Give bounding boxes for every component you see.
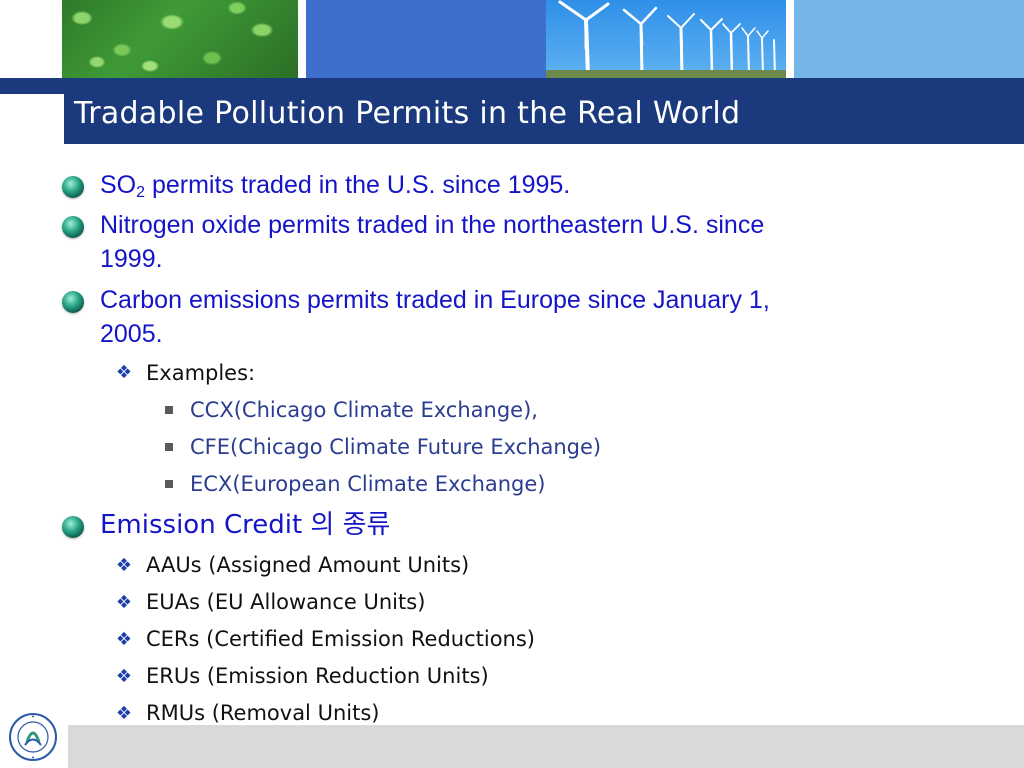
credit-type-item: ERUs (Emission Reduction Units) (146, 664, 489, 688)
bullet-so2: SO2 permits traded in the U.S. since 199… (100, 168, 920, 210)
wind-turbines-image (546, 0, 786, 78)
exchange-item: CCX(Chicago Climate Exchange), (190, 398, 538, 422)
credit-type-item: CERs (Certified Emission Reductions) (146, 627, 535, 651)
title-bar-accent (0, 78, 64, 94)
diamond-cluster-icon: ❖ (115, 629, 133, 650)
exchange-item: ECX(European Climate Exchange) (190, 472, 546, 496)
subscript: 2 (136, 184, 146, 201)
footer-bar (68, 725, 1024, 768)
banner-divider (786, 0, 794, 78)
credit-type-item: RMUs (Removal Units) (146, 701, 380, 725)
exchange-item: CFE(Chicago Climate Future Exchange) (190, 435, 602, 459)
bullet-text: 2005. (100, 320, 163, 348)
credit-heading: Emission Credit 의 종류 (100, 510, 391, 540)
title-bar: Tradable Pollution Permits in the Real W… (64, 78, 1024, 144)
square-icon (165, 443, 173, 451)
wind-turbines-icon (558, 0, 776, 78)
banner-divider (298, 0, 306, 78)
bullet-text: Nitrogen oxide permits traded in the nor… (100, 211, 765, 239)
banner-spacer (0, 0, 62, 78)
ground-strip (546, 70, 786, 78)
leaves-image (62, 0, 298, 78)
square-icon (165, 406, 173, 414)
square-icon (165, 480, 173, 488)
blue-panel (306, 0, 546, 78)
teal-orb-icon (62, 516, 84, 538)
bullet-text: permits traded in the U.S. since 1995. (145, 171, 571, 199)
bullet-text: SO (100, 171, 137, 199)
diamond-cluster-icon: ❖ (115, 666, 133, 687)
diamond-cluster-icon: ❖ (115, 592, 133, 613)
diamond-cluster-icon: ❖ (115, 362, 133, 383)
diamond-cluster-icon: ❖ (115, 555, 133, 576)
teal-orb-icon (62, 291, 84, 313)
diamond-cluster-icon: ❖ (115, 703, 133, 724)
teal-orb-icon (62, 176, 84, 198)
light-blue-panel (794, 0, 1024, 78)
university-seal-icon (8, 712, 58, 762)
bullet-carbon: Carbon emissions permits traded in Europ… (100, 283, 920, 351)
teal-orb-icon (62, 216, 84, 238)
credit-type-item: EUAs (EU Allowance Units) (146, 590, 426, 614)
slide-title: Tradable Pollution Permits in the Real W… (74, 96, 741, 131)
bullet-text: Carbon emissions permits traded in Europ… (100, 286, 770, 314)
bullet-nitrogen: Nitrogen oxide permits traded in the nor… (100, 208, 920, 276)
credit-type-item: AAUs (Assigned Amount Units) (146, 553, 470, 577)
header-banner (0, 0, 1024, 78)
examples-label: Examples: (146, 361, 256, 385)
bullet-text: 1999. (100, 245, 163, 273)
